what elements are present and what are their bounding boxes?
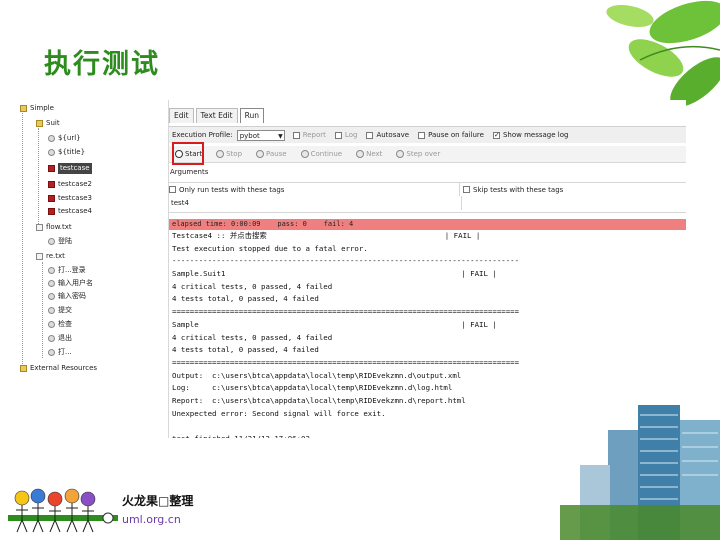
variable-icon — [48, 135, 55, 142]
start-highlight-box — [172, 142, 204, 165]
run-status-bar: elapsed time: 0:00:09 pass: 0 fail: 4 — [169, 219, 686, 230]
resources-icon — [20, 365, 27, 372]
run-toolbar: Start Stop Pause Continue Next Step over — [169, 146, 686, 163]
console-line: Sample.Suit1 | FAIL | — [172, 269, 497, 279]
profile-label: Execution Profile: — [172, 131, 233, 139]
keyword-icon — [48, 349, 55, 356]
step-over-button[interactable]: Step over — [396, 150, 440, 158]
continue-icon — [300, 150, 309, 158]
file-icon — [36, 224, 43, 231]
tree-item-testcase[interactable]: testcase — [48, 163, 92, 174]
report-button[interactable]: Report — [292, 131, 326, 139]
tree-item-resource[interactable]: flow.txt — [36, 222, 72, 233]
pause-button[interactable]: Pause — [256, 150, 287, 158]
keyword-icon — [48, 238, 55, 245]
next-icon — [356, 150, 365, 158]
project-icon — [20, 105, 27, 112]
tree-item-testcase[interactable]: testcase4 — [48, 206, 92, 217]
only-run-label: Only run tests with these tags — [179, 185, 285, 194]
tree-item-variable[interactable]: ${title} — [48, 147, 85, 158]
tree-item-suite[interactable]: Suit — [36, 118, 60, 129]
tree-item-variable[interactable]: ${url} — [48, 133, 81, 144]
tree-item-project[interactable]: Simple — [20, 103, 54, 114]
tree-item-keyword[interactable]: 打...登录 — [48, 265, 86, 276]
profile-select[interactable]: pybot ▼ — [236, 129, 285, 141]
tree-item-keyword[interactable]: 退出 — [48, 333, 72, 344]
continue-button[interactable]: Continue — [300, 150, 342, 158]
log-icon — [334, 131, 342, 139]
keyword-icon — [48, 307, 55, 314]
tab-text-edit[interactable]: Text Edit — [195, 108, 238, 123]
testcase-icon — [48, 165, 55, 172]
brand-name: 火龙果□整理 — [122, 494, 194, 508]
checkbox-icon — [418, 131, 426, 139]
stop-button[interactable]: Stop — [216, 150, 242, 158]
tree-item-testcase[interactable]: testcase3 — [48, 193, 92, 204]
only-run-checkbox[interactable] — [169, 186, 176, 193]
tab-run[interactable]: Run — [239, 108, 264, 123]
testcase-icon — [48, 181, 55, 188]
tree-item-keyword[interactable]: 输入用户名 — [48, 278, 93, 289]
tree-item-keyword[interactable]: 检查 — [48, 319, 72, 330]
tree-item-external-resources[interactable]: External Resources — [20, 363, 97, 374]
console-line: Test execution stopped due to a fatal er… — [172, 243, 368, 253]
console-line: ========================================… — [172, 307, 520, 317]
checkbox-checked-icon — [492, 131, 500, 139]
keyword-icon — [48, 335, 55, 342]
keyword-icon — [48, 280, 55, 287]
brand-url[interactable]: uml.org.cn — [122, 513, 181, 526]
slide-title: 执行测试 — [44, 49, 160, 80]
file-icon — [36, 253, 43, 260]
execution-toolbar: Execution Profile: pybot ▼ Report Log Aut… — [169, 126, 686, 143]
folder-icon — [36, 120, 43, 127]
pause-on-failure-checkbox[interactable]: Pause on failure — [418, 131, 484, 139]
tag-inputs: test4 — [169, 196, 686, 213]
keyword-icon — [48, 321, 55, 328]
tree-item-keyword[interactable]: 打... — [48, 347, 72, 358]
keyword-icon — [48, 293, 55, 300]
tag-filters: Only run tests with these tags Skip test… — [169, 182, 686, 196]
console-line: 4 critical tests, 0 passed, 4 failed — [172, 281, 333, 291]
arguments-label: Arguments — [170, 168, 209, 176]
buildings-decoration — [560, 405, 720, 540]
keyword-icon — [48, 267, 55, 274]
skip-tags-input[interactable] — [462, 196, 464, 210]
console-line: 4 tests total, 0 passed, 4 failed — [172, 294, 319, 304]
tree-item-resource[interactable]: re.txt — [36, 251, 65, 262]
tree-item-testcase[interactable]: testcase2 — [48, 179, 92, 190]
tree-item-keyword[interactable]: 登陆 — [48, 236, 72, 247]
show-message-log-checkbox[interactable]: Show message log — [492, 131, 568, 139]
skip-checkbox[interactable] — [463, 186, 470, 193]
stick-figures-logo — [8, 488, 118, 533]
console-line: Sample | FAIL | — [172, 319, 497, 329]
skip-label: Skip tests with these tags — [473, 185, 564, 194]
console-line: ----------------------------------------… — [172, 256, 520, 266]
tab-edit[interactable]: Edit — [169, 108, 194, 123]
tree-item-keyword[interactable]: 提交 — [48, 305, 72, 316]
chevron-down-icon: ▼ — [278, 132, 283, 140]
log-button[interactable]: Log — [334, 131, 357, 139]
testcase-icon — [48, 208, 55, 215]
console-line: Testcase4 :: 并点击搜索 | FAIL | — [172, 231, 481, 240]
test-tree: Simple Suit ${url} ${title} testcase tes… — [14, 100, 169, 438]
testcase-icon — [48, 195, 55, 202]
only-run-tags-input[interactable]: test4 — [169, 196, 462, 210]
step-over-icon — [396, 150, 405, 158]
pause-icon — [256, 150, 265, 158]
stop-icon — [216, 150, 225, 158]
checkbox-icon — [366, 131, 374, 139]
tree-item-keyword[interactable]: 输入密码 — [48, 291, 86, 302]
editor-tabs: Edit Text Edit Run — [169, 108, 266, 123]
variable-icon — [48, 149, 55, 156]
autosave-checkbox[interactable]: Autosave — [366, 131, 409, 139]
report-icon — [292, 131, 300, 139]
next-button[interactable]: Next — [356, 150, 382, 158]
console-line: 4 critical tests, 0 passed, 4 failed — [172, 332, 333, 342]
